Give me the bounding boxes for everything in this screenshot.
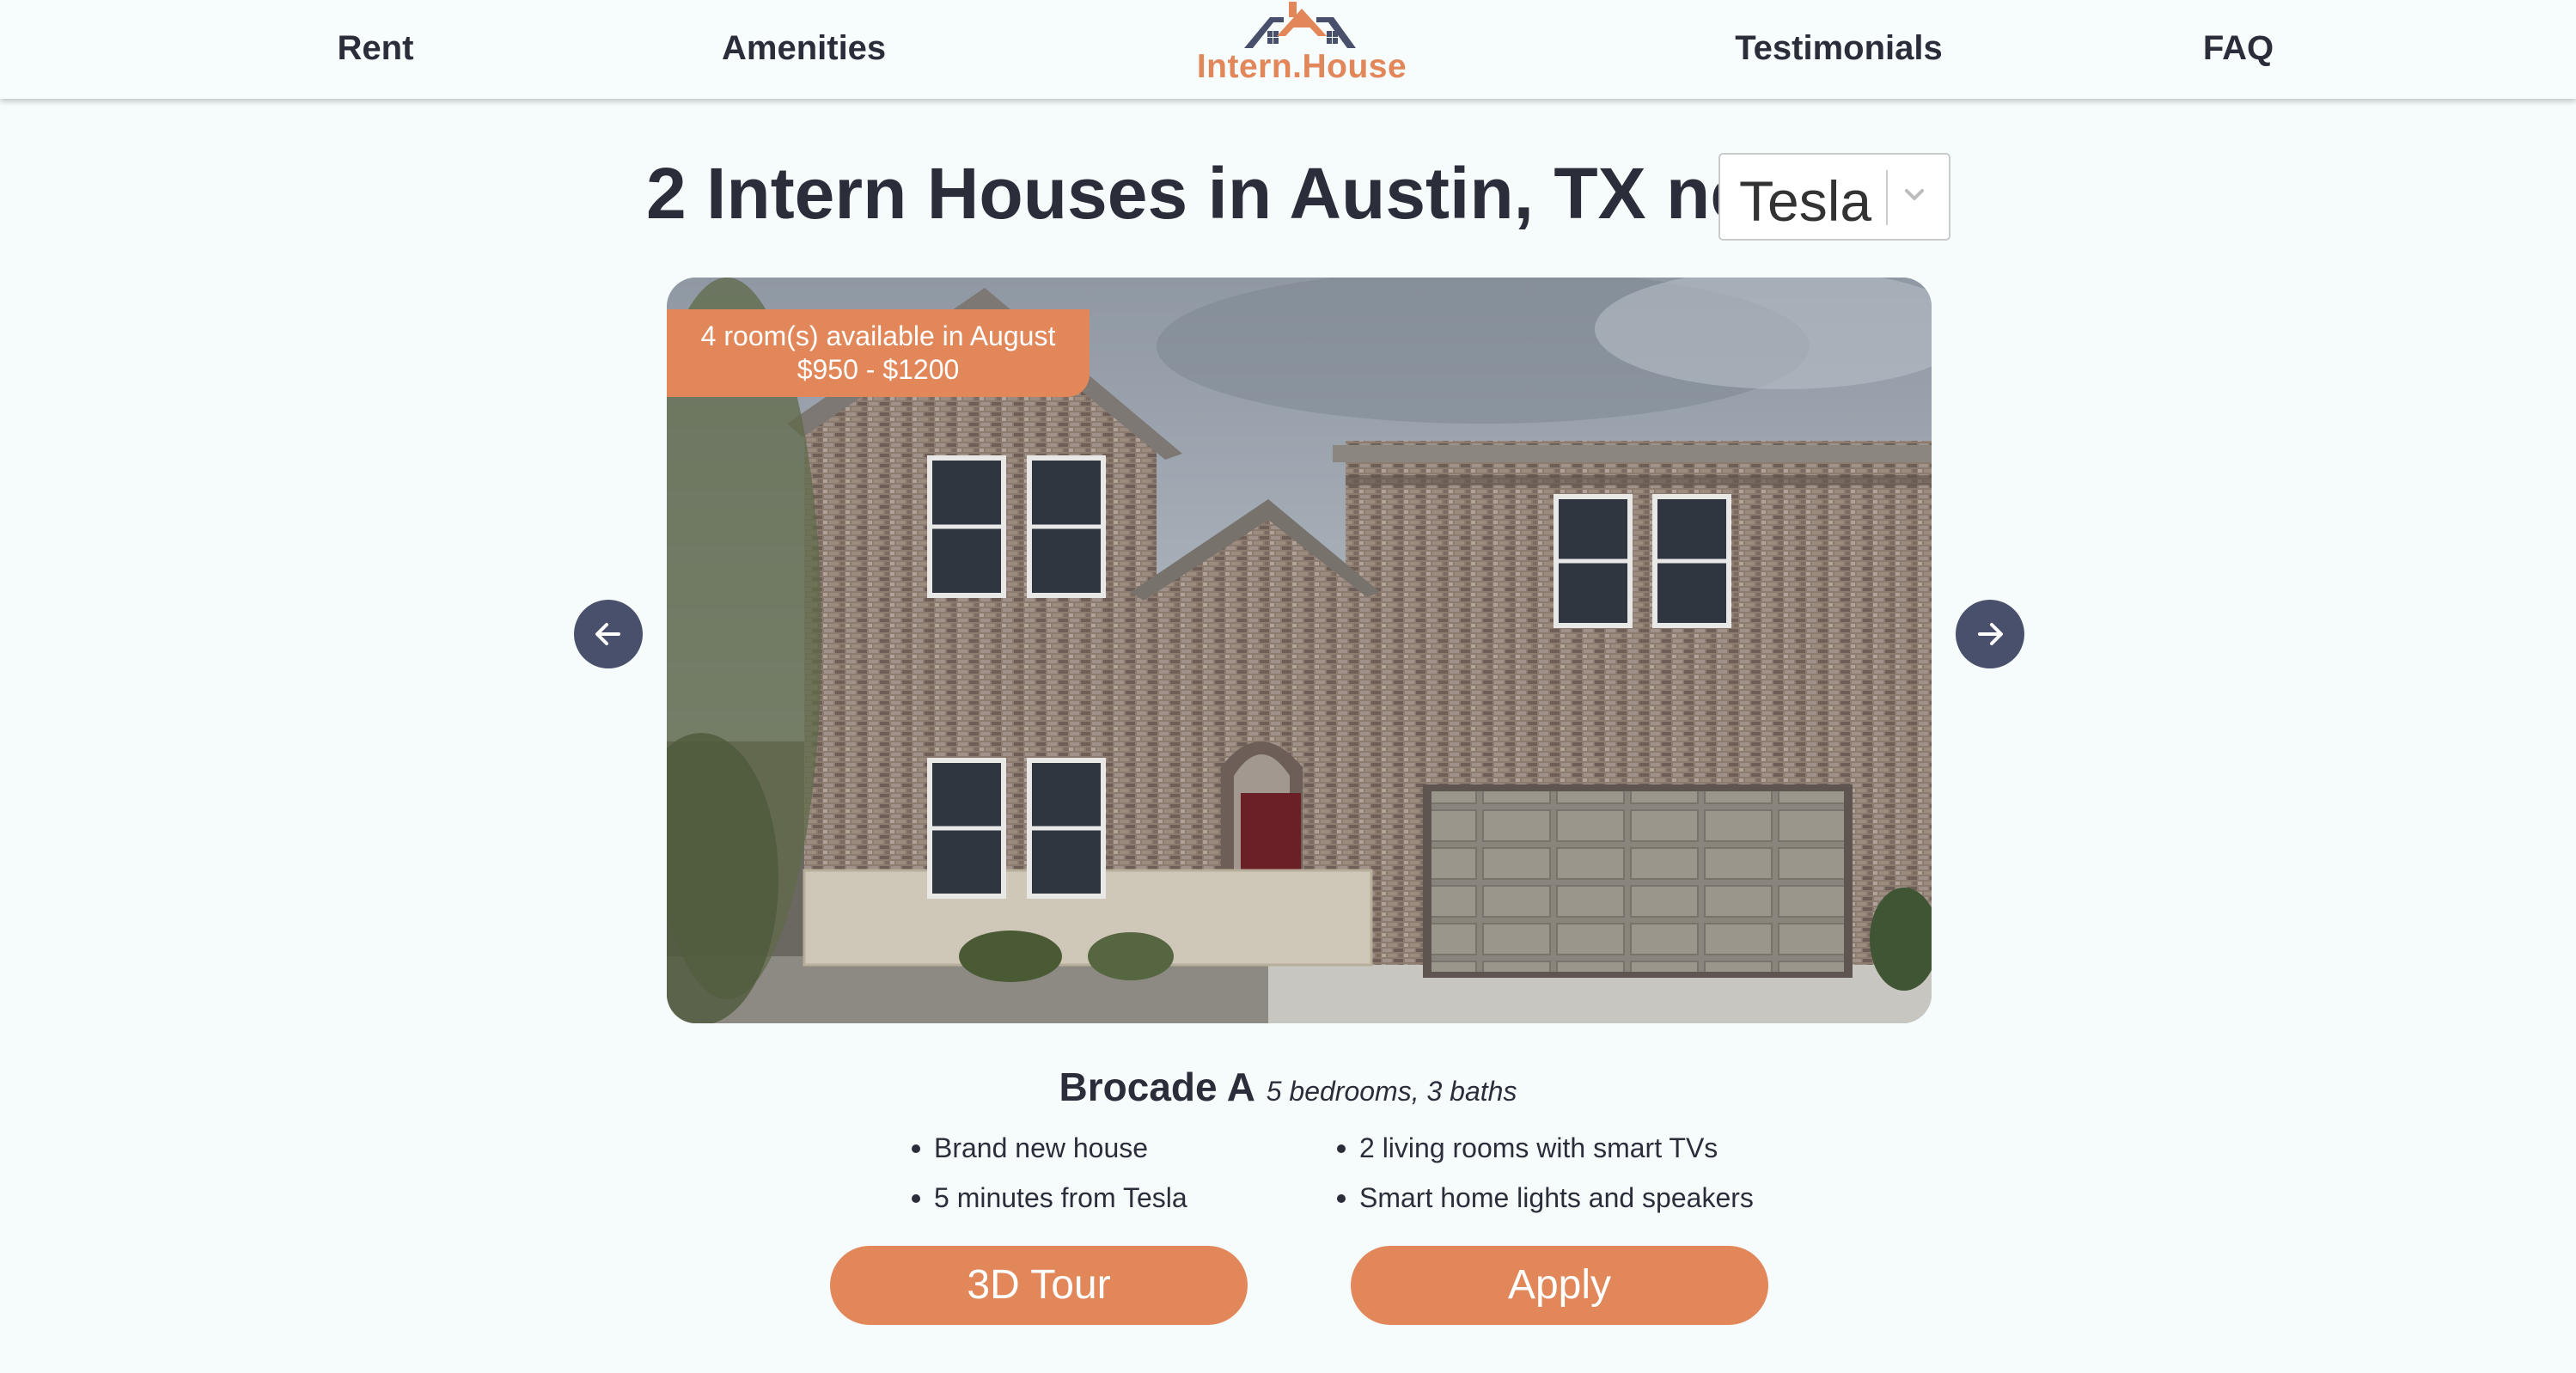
feature-item: Smart home lights and speakers xyxy=(1337,1182,1754,1214)
feature-text: 2 living rooms with smart TVs xyxy=(1359,1132,1718,1163)
bullet xyxy=(1337,1144,1346,1153)
feature-text: Smart home lights and speakers xyxy=(1359,1182,1754,1213)
company-select-value: Tesla xyxy=(1739,169,1872,233)
company-select[interactable]: Tesla xyxy=(1718,153,1950,241)
house-roof-icon xyxy=(1244,2,1356,48)
prev-photo-button[interactable] xyxy=(574,600,643,668)
bullet xyxy=(912,1144,920,1153)
feature-item: 2 living rooms with smart TVs xyxy=(1337,1132,1718,1164)
page-title: 2 Intern Houses in Austin, TX near xyxy=(646,153,1819,234)
nav-link-amenities[interactable]: Amenities xyxy=(722,29,886,72)
nav-link-faq[interactable]: FAQ xyxy=(2200,29,2277,72)
price-range: $950 - $1200 xyxy=(797,354,960,385)
chevron-down-icon xyxy=(1905,189,1924,200)
bullet xyxy=(1337,1194,1346,1203)
availability-badge: 4 room(s) available in August $950 - $12… xyxy=(667,309,1090,397)
bullet xyxy=(912,1194,920,1203)
arrow-left-icon xyxy=(595,623,620,645)
nav-link-rent[interactable]: Rent xyxy=(327,29,424,72)
nav-link-testimonials[interactable]: Testimonials xyxy=(1706,29,1972,72)
listing-name: Brocade A xyxy=(1059,1065,1255,1109)
next-photo-button[interactable] xyxy=(1956,600,2024,668)
feature-item: Brand new house xyxy=(912,1132,1149,1164)
listing-title: Brocade A 5 bedrooms, 3 baths xyxy=(0,1064,2576,1110)
3d-tour-button[interactable]: 3D Tour xyxy=(830,1246,1248,1325)
site-header: Rent Amenities Intern.House Testimonials… xyxy=(0,0,2576,99)
feature-text: Brand new house xyxy=(934,1132,1149,1163)
logo[interactable]: Intern.House xyxy=(1194,0,1409,96)
arrow-right-icon xyxy=(1978,623,2003,645)
availability-text: 4 room(s) available in August xyxy=(700,320,1056,351)
listing-details: 5 bedrooms, 3 baths xyxy=(1266,1076,1517,1107)
apply-button[interactable]: Apply xyxy=(1351,1246,1768,1325)
feature-item: 5 minutes from Tesla xyxy=(912,1182,1187,1214)
logo-text: Intern.House xyxy=(1196,48,1407,85)
select-divider xyxy=(1886,170,1888,225)
feature-text: 5 minutes from Tesla xyxy=(934,1182,1187,1213)
